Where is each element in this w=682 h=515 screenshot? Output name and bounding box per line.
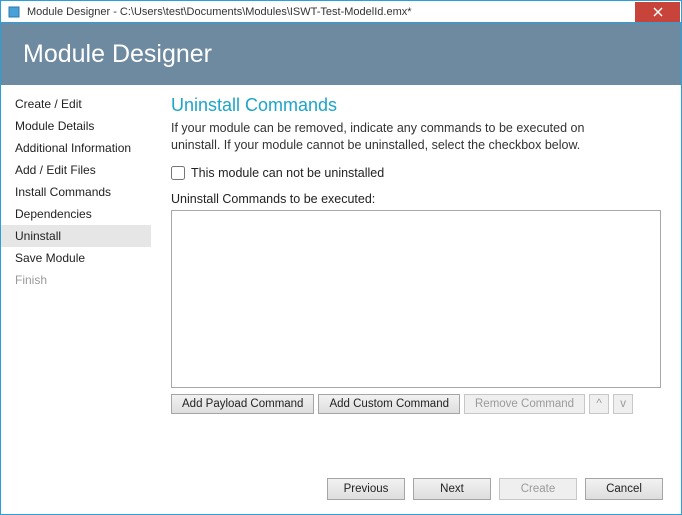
cannot-uninstall-label: This module can not be uninstalled	[191, 166, 384, 180]
wizard-sidebar: Create / Edit Module Details Additional …	[1, 91, 151, 468]
sidebar-item-save-module[interactable]: Save Module	[1, 247, 151, 269]
section-description: If your module can be removed, indicate …	[171, 120, 601, 154]
add-payload-command-button[interactable]: Add Payload Command	[171, 394, 314, 414]
cannot-uninstall-row[interactable]: This module can not be uninstalled	[171, 166, 661, 180]
titlebar: Module Designer - C:\Users\test\Document…	[1, 1, 681, 23]
close-icon	[653, 7, 663, 17]
sidebar-item-add-edit-files[interactable]: Add / Edit Files	[1, 159, 151, 181]
wizard-footer: Previous Next Create Cancel	[1, 468, 681, 514]
previous-button[interactable]: Previous	[327, 478, 405, 500]
sidebar-item-install-commands[interactable]: Install Commands	[1, 181, 151, 203]
close-button[interactable]	[635, 2, 680, 22]
app-window: Module Designer - C:\Users\test\Document…	[0, 0, 682, 515]
command-buttons-row: Add Payload Command Add Custom Command R…	[171, 394, 661, 414]
main-panel: Uninstall Commands If your module can be…	[151, 91, 671, 468]
section-title: Uninstall Commands	[171, 95, 661, 116]
header-band: Module Designer	[1, 23, 681, 85]
page-title: Module Designer	[23, 40, 212, 69]
app-icon	[7, 5, 21, 19]
sidebar-item-finish: Finish	[1, 269, 151, 291]
sidebar-item-dependencies[interactable]: Dependencies	[1, 203, 151, 225]
sidebar-item-additional-information[interactable]: Additional Information	[1, 137, 151, 159]
cannot-uninstall-checkbox[interactable]	[171, 166, 185, 180]
next-button[interactable]: Next	[413, 478, 491, 500]
sidebar-item-create-edit[interactable]: Create / Edit	[1, 93, 151, 115]
window-title: Module Designer - C:\Users\test\Document…	[27, 6, 412, 18]
body: Create / Edit Module Details Additional …	[1, 85, 681, 468]
commands-listbox[interactable]	[171, 210, 661, 388]
add-custom-command-button[interactable]: Add Custom Command	[318, 394, 460, 414]
remove-command-button: Remove Command	[464, 394, 585, 414]
move-up-button: ^	[589, 394, 609, 414]
move-down-button: v	[613, 394, 633, 414]
sidebar-item-module-details[interactable]: Module Details	[1, 115, 151, 137]
sidebar-item-uninstall[interactable]: Uninstall	[1, 225, 151, 247]
cancel-button[interactable]: Cancel	[585, 478, 663, 500]
commands-list-label: Uninstall Commands to be executed:	[171, 192, 661, 206]
create-button: Create	[499, 478, 577, 500]
